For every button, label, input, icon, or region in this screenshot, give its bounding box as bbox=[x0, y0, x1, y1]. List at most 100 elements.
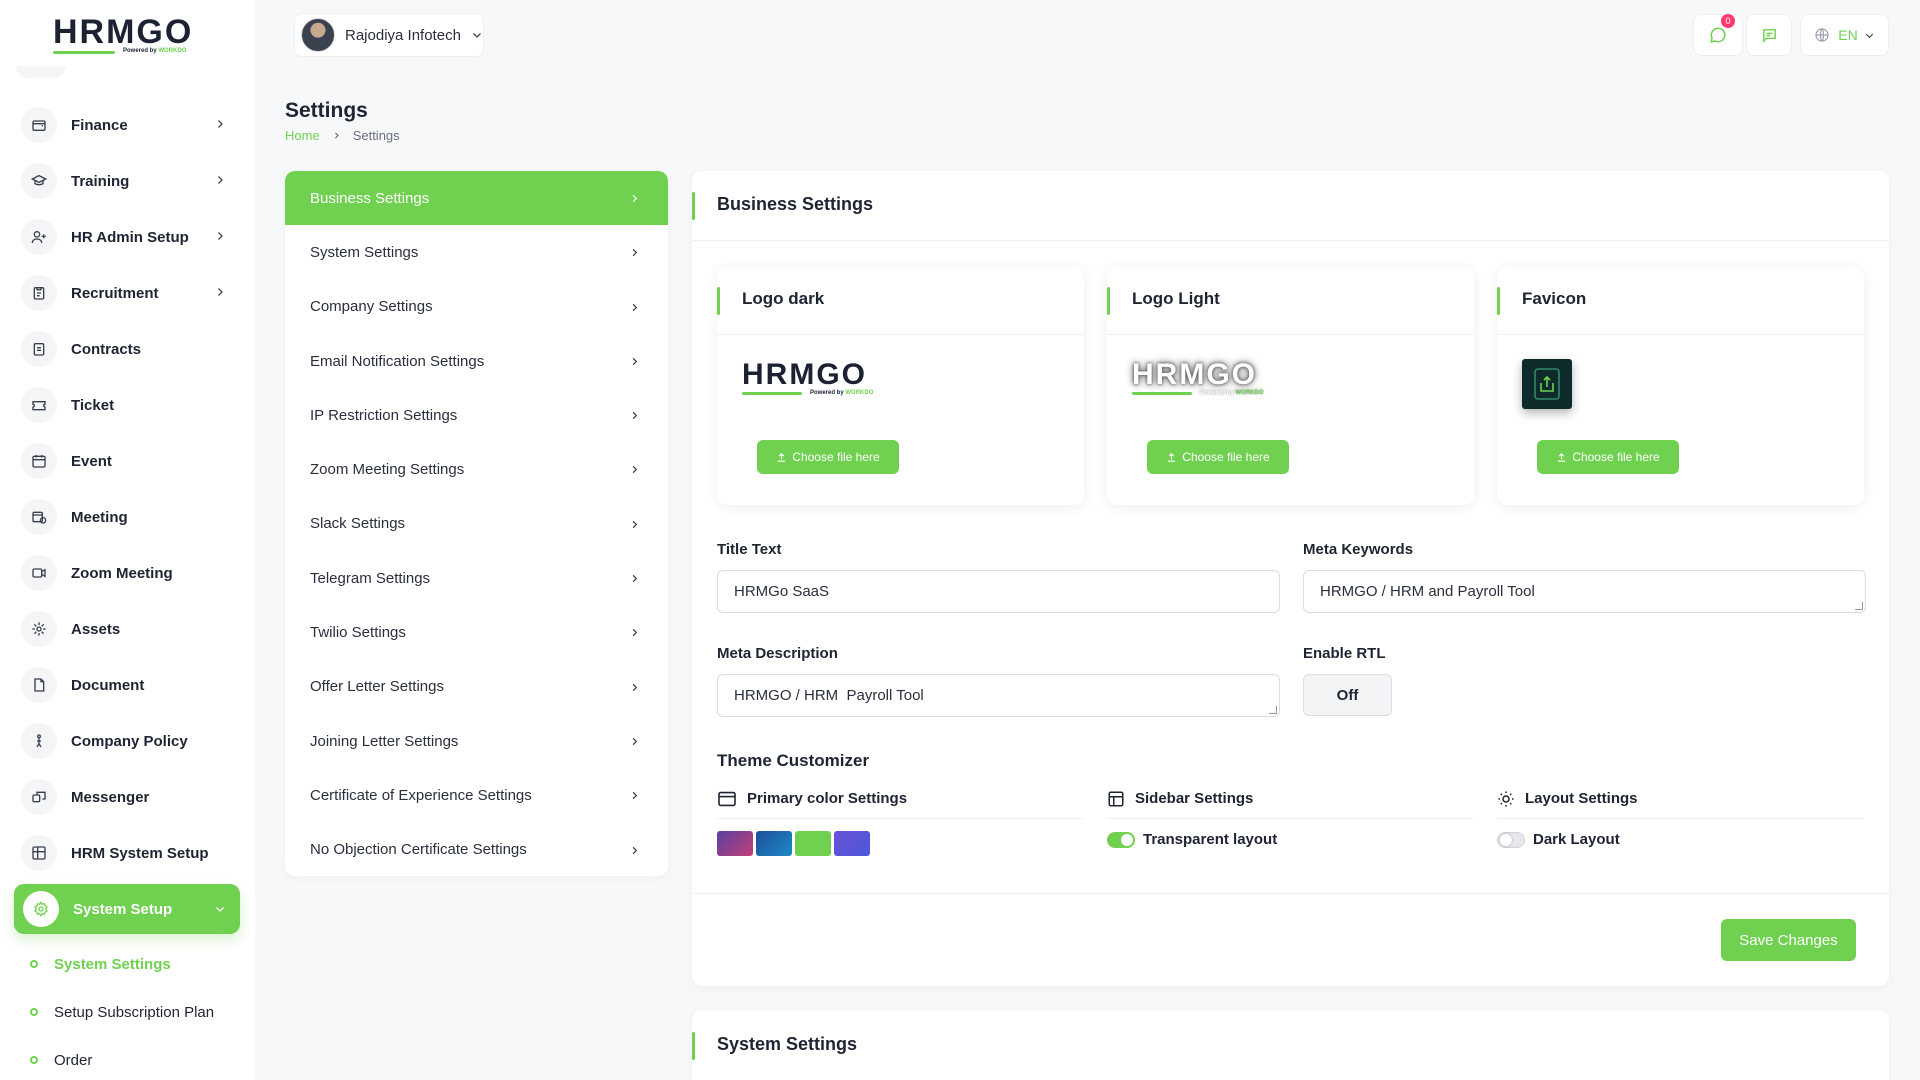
settings-menu-label: Certificate of Experience Settings bbox=[310, 786, 532, 804]
settings-menu-ip-restriction[interactable]: IP Restriction Settings bbox=[285, 388, 668, 442]
chevron-right-icon bbox=[629, 193, 640, 204]
choose-file-label: Choose file here bbox=[792, 450, 880, 464]
meta-description-input[interactable] bbox=[717, 674, 1280, 717]
chevron-right-icon bbox=[214, 230, 226, 242]
theme-section-label: Primary color Settings bbox=[747, 790, 908, 807]
sidebar-item-zoom-meeting[interactable]: Zoom Meeting bbox=[14, 545, 240, 601]
meta-description-wrapper bbox=[717, 674, 1280, 717]
breadcrumb-home-link[interactable]: Home bbox=[285, 128, 320, 143]
settings-menu-experience-certificate[interactable]: Certificate of Experience Settings bbox=[285, 768, 668, 822]
chevron-right-icon bbox=[629, 573, 640, 584]
settings-menu-noc[interactable]: No Objection Certificate Settings bbox=[285, 823, 668, 876]
sidebar-item-recruitment[interactable]: Recruitment bbox=[14, 265, 240, 321]
company-switcher[interactable]: Rajodiya Infotech bbox=[294, 13, 484, 57]
logo-text: HRMGO bbox=[1132, 358, 1257, 391]
enable-rtl-toggle[interactable]: Off bbox=[1303, 674, 1392, 716]
settings-menu-zoom-meeting[interactable]: Zoom Meeting Settings bbox=[285, 442, 668, 496]
brand-logo[interactable]: HRMGO Powered by WORKDO bbox=[53, 13, 194, 54]
choose-favicon-button[interactable]: Choose file here bbox=[1537, 440, 1679, 474]
notification-badge: 0 bbox=[1721, 14, 1735, 28]
sidebar-item-hr-admin-setup[interactable]: HR Admin Setup bbox=[14, 209, 240, 265]
logo-powered-by: Powered by WORKDO bbox=[1200, 390, 1264, 396]
settings-menu-twilio[interactable]: Twilio Settings bbox=[285, 605, 668, 659]
color-swatches bbox=[717, 831, 1084, 856]
settings-menu-joining-letter[interactable]: Joining Letter Settings bbox=[285, 714, 668, 768]
meta-keywords-wrapper bbox=[1303, 570, 1866, 613]
sidebar-item-training[interactable]: Training bbox=[14, 153, 240, 209]
breadcrumb-current: Settings bbox=[352, 128, 400, 143]
logo-text: HRMGO bbox=[53, 13, 194, 51]
transparent-layout-row: Transparent layout bbox=[1107, 831, 1474, 848]
grid-icon bbox=[21, 835, 57, 871]
chat-bubble-icon bbox=[1709, 26, 1727, 44]
sidebar-item-system-setup[interactable]: System Setup bbox=[14, 884, 240, 934]
choose-logo-dark-button[interactable]: Choose file here bbox=[757, 440, 899, 474]
primary-color-settings: Primary color Settings bbox=[717, 787, 1084, 856]
sidebar-item-finance[interactable]: Finance bbox=[14, 97, 240, 153]
logo-dark-preview: HRMGO Powered by WORKDO bbox=[742, 359, 873, 396]
sidebar-item-label: Document bbox=[71, 676, 145, 694]
accent-bar bbox=[1497, 287, 1500, 315]
sidebar-item-event[interactable]: Event bbox=[14, 433, 240, 489]
sidebar-item-company-policy[interactable]: Company Policy bbox=[14, 713, 240, 769]
sidebar-item-ticket[interactable]: Ticket bbox=[14, 377, 240, 433]
sidebar-item-meeting[interactable]: Meeting bbox=[14, 489, 240, 545]
chevron-right-icon bbox=[332, 131, 341, 140]
sidebar-item-assets[interactable]: Assets bbox=[14, 601, 240, 657]
color-swatch-indigo[interactable] bbox=[834, 831, 870, 856]
logo-underline bbox=[742, 392, 802, 395]
chat-notification-button[interactable]: 0 bbox=[1693, 14, 1743, 56]
settings-menu-email-notification[interactable]: Email Notification Settings bbox=[285, 334, 668, 388]
settings-menu-company[interactable]: Company Settings bbox=[285, 280, 668, 334]
resize-grip-icon[interactable] bbox=[1269, 706, 1277, 714]
resize-grip-icon[interactable] bbox=[1855, 602, 1863, 610]
color-swatch-blue[interactable] bbox=[756, 831, 792, 856]
messenger-icon bbox=[21, 779, 57, 815]
dark-layout-toggle[interactable] bbox=[1497, 831, 1525, 848]
sidebar-item-messenger[interactable]: Messenger bbox=[14, 769, 240, 825]
choose-logo-light-button[interactable]: Choose file here bbox=[1147, 440, 1289, 474]
sidebar-item-label: System Setup bbox=[73, 900, 173, 918]
sidebar: HRMGO Powered by WORKDO Finance Training… bbox=[0, 0, 255, 1080]
save-changes-button[interactable]: Save Changes bbox=[1721, 919, 1856, 961]
settings-menu-slack[interactable]: Slack Settings bbox=[285, 497, 668, 551]
logo-underline bbox=[1132, 392, 1192, 395]
subnav-item-label: System Settings bbox=[54, 955, 171, 973]
toggle-label: Dark Layout bbox=[1533, 831, 1620, 848]
chevron-right-icon bbox=[629, 736, 640, 747]
settings-menu-business[interactable]: Business Settings bbox=[285, 171, 668, 226]
sidebar-item-label: Event bbox=[71, 452, 112, 470]
settings-menu-offer-letter[interactable]: Offer Letter Settings bbox=[285, 660, 668, 714]
color-swatch-purple[interactable] bbox=[717, 831, 753, 856]
meta-keywords-input[interactable] bbox=[1303, 570, 1866, 613]
settings-menu-system[interactable]: System Settings bbox=[285, 225, 668, 279]
logo-light-card: Logo Light HRMGO Powered by WORKDO Choos… bbox=[1107, 267, 1474, 505]
user-plus-icon bbox=[21, 219, 57, 255]
messages-button[interactable] bbox=[1746, 14, 1792, 56]
settings-menu-label: Email Notification Settings bbox=[310, 352, 485, 370]
sidebar-item-hrm-system-setup[interactable]: HRM System Setup bbox=[14, 825, 240, 881]
settings-menu-label: No Objection Certificate Settings bbox=[310, 841, 527, 859]
subnav-item-order[interactable]: Order bbox=[30, 1036, 240, 1080]
layout-icon bbox=[1107, 790, 1125, 808]
upload-icon bbox=[1166, 452, 1182, 463]
settings-menu-label: Company Settings bbox=[310, 298, 433, 316]
meta-keywords-label: Meta Keywords bbox=[1303, 541, 1414, 558]
settings-menu-label: Business Settings bbox=[310, 189, 430, 207]
settings-menu-telegram[interactable]: Telegram Settings bbox=[285, 551, 668, 605]
sidebar-item-label: Company Policy bbox=[71, 732, 188, 750]
sidebar-subnav: System Settings Setup Subscription Plan … bbox=[30, 940, 240, 1080]
sidebar-item-document[interactable]: Document bbox=[14, 657, 240, 713]
settings-menu-label: Offer Letter Settings bbox=[310, 678, 444, 696]
transparent-layout-toggle[interactable] bbox=[1107, 831, 1135, 848]
title-text-input[interactable] bbox=[717, 570, 1280, 613]
subnav-item-system-settings[interactable]: System Settings bbox=[30, 940, 240, 988]
sidebar-scroll-fade bbox=[16, 66, 66, 78]
subnav-item-setup-subscription-plan[interactable]: Setup Subscription Plan bbox=[30, 988, 240, 1036]
title-text-label: Title Text bbox=[717, 541, 782, 558]
favicon-preview bbox=[1522, 359, 1572, 409]
color-swatch-green[interactable] bbox=[795, 831, 831, 856]
logo-powered-by: Powered by WORKDO bbox=[810, 390, 874, 396]
sidebar-item-contracts[interactable]: Contracts bbox=[14, 321, 240, 377]
language-switcher[interactable]: EN bbox=[1800, 14, 1889, 56]
